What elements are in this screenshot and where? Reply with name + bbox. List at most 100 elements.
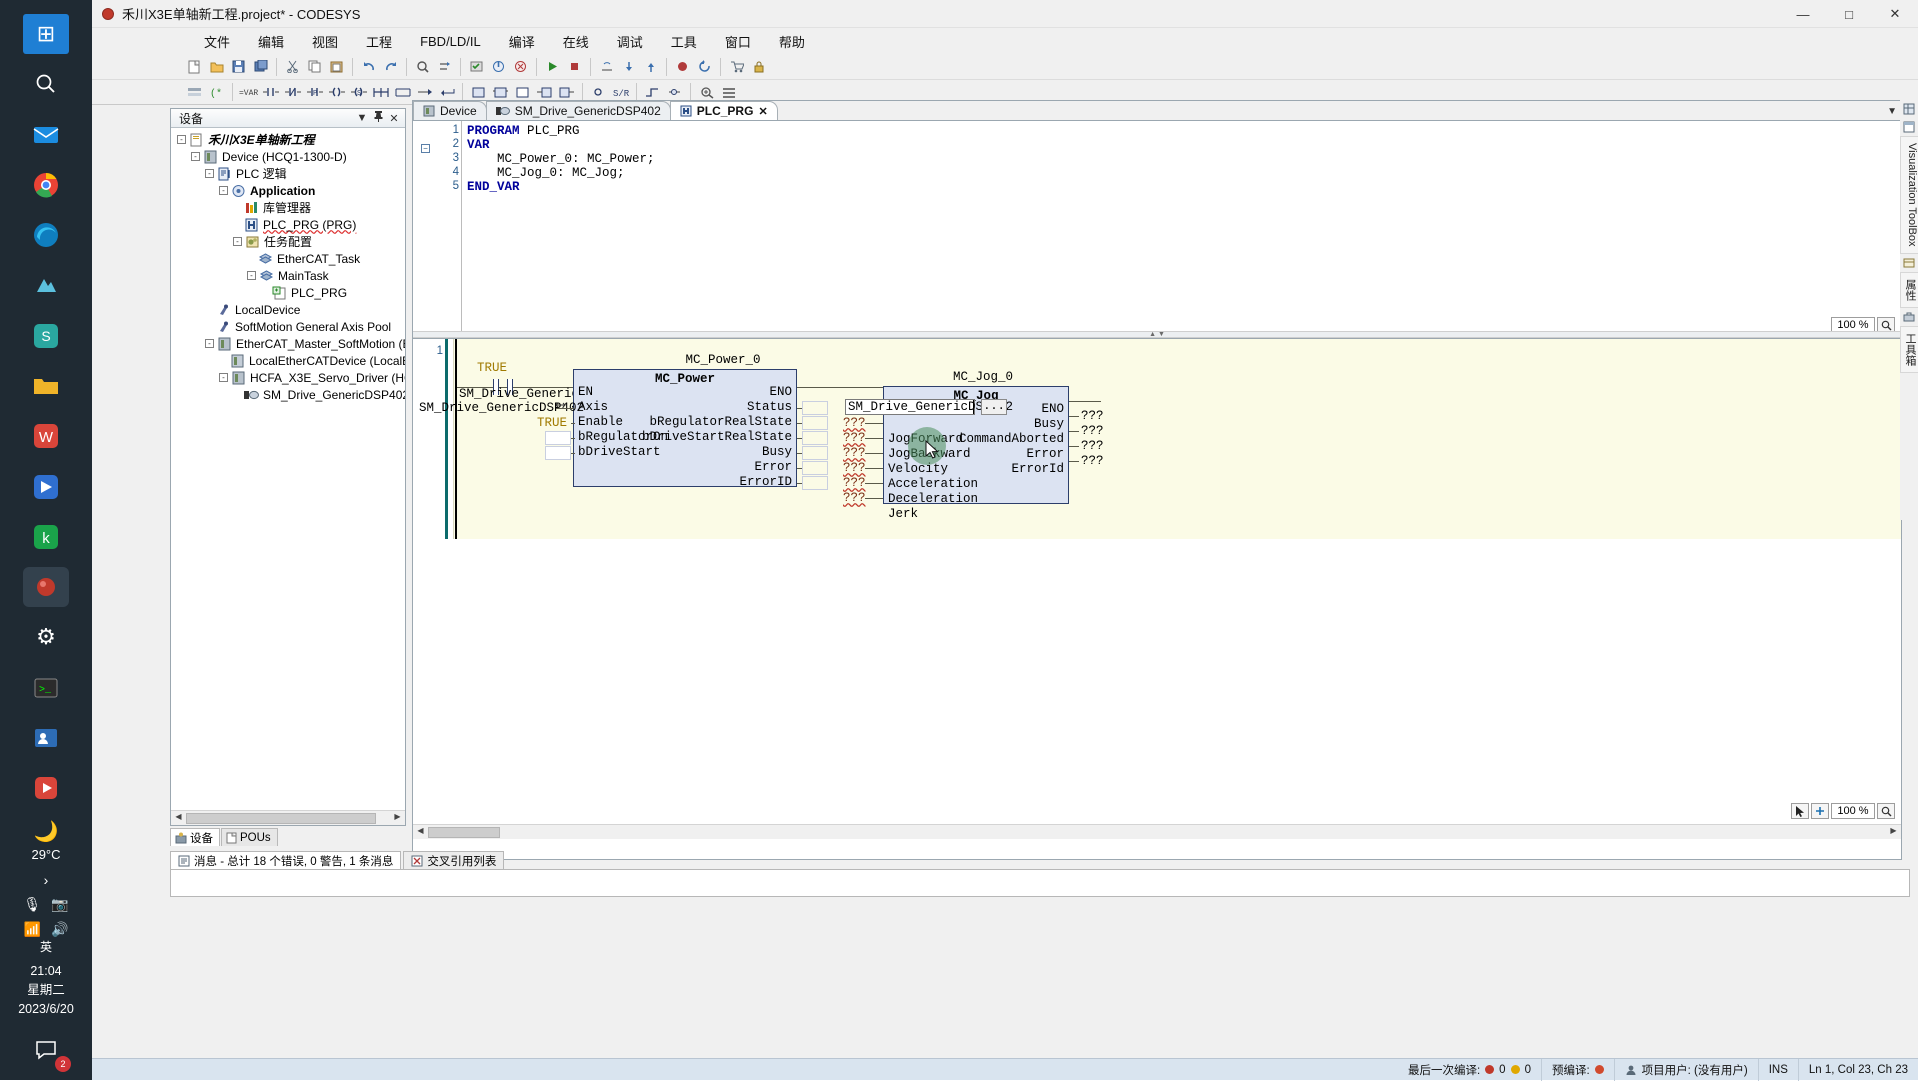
device-tree-item[interactable]: SM_Drive_GenericDSP402 (SM_Dri — [171, 386, 405, 403]
fold-toggle-icon[interactable]: − — [421, 144, 430, 153]
pointer-icon[interactable] — [1791, 803, 1809, 819]
mc-power-error-box[interactable] — [802, 461, 828, 475]
dock-properties[interactable]: 属性 — [1900, 271, 1918, 308]
tab-plc-prg[interactable]: PLC_PRG ✕ — [669, 101, 778, 120]
menu-project[interactable]: 工程 — [352, 29, 406, 54]
mc-jog-deceleration-value[interactable]: ??? — [843, 476, 866, 490]
app-s-icon[interactable]: S — [23, 316, 69, 356]
find-icon[interactable] — [412, 56, 433, 77]
device-tree-hscrollbar[interactable]: ◀ ▶ — [171, 810, 405, 825]
tab-messages[interactable]: 消息 - 总计 18 个错误, 0 警告, 1 条消息 — [170, 851, 402, 870]
mc-jog-errorid-value[interactable]: ??? — [1081, 454, 1104, 468]
tabstrip-dropdown-icon[interactable]: ▼ — [1887, 106, 1897, 117]
mc-jog-pin-eno[interactable]: ENO — [1041, 402, 1064, 416]
chrome-icon[interactable] — [23, 165, 69, 205]
scroll-right-icon[interactable]: ▶ — [390, 812, 405, 825]
device-tree-item[interactable]: - MainTask — [171, 267, 405, 284]
dock-panel-icon[interactable] — [1900, 118, 1918, 136]
stop-icon[interactable] — [564, 56, 585, 77]
panel-menu-icon[interactable]: ▼ — [354, 112, 370, 124]
camera-icon[interactable]: 📷 — [51, 896, 68, 913]
fbd-pane[interactable]: 1 TRUE SM_Drive_GenericDSP402 MC_Power_0… — [413, 339, 1901, 839]
comment-icon[interactable]: (* *) — [206, 82, 227, 103]
tree-expander-icon[interactable]: - — [247, 271, 256, 280]
parallel-branch-icon[interactable] — [392, 82, 413, 103]
device-tree-item[interactable]: - 禾川X3E单轴新工程 — [171, 131, 405, 148]
device-tree-item[interactable]: SoftMotion General Axis Pool — [171, 318, 405, 335]
settings-icon[interactable]: ⚙ — [23, 617, 69, 657]
fbd-scroll-right-icon[interactable]: ▶ — [1886, 826, 1901, 839]
mc-power-pin-en[interactable]: EN — [578, 385, 593, 399]
logout-icon[interactable] — [510, 56, 531, 77]
volume-icon[interactable]: 🔊 — [51, 921, 68, 938]
mc-jog-pin-jerk[interactable]: Jerk — [888, 507, 918, 521]
fbd-zoom-value[interactable]: 100 % — [1831, 803, 1875, 819]
menu-online[interactable]: 在线 — [549, 29, 603, 54]
mc-power-pin-bdrivestart[interactable]: bDriveStart — [578, 445, 661, 459]
device-tree[interactable]: - 禾川X3E单轴新工程 - Device (HCQ1-1300-D) - PLC 逻辑 -… — [171, 128, 405, 804]
code-line[interactable]: END_VAR — [467, 180, 655, 194]
ime-indicator[interactable]: 英 — [40, 938, 52, 961]
lock-icon[interactable] — [748, 56, 769, 77]
codesys-icon[interactable] — [23, 566, 69, 608]
breakpoint-icon[interactable] — [672, 56, 693, 77]
mc-power-bdrivestart-box[interactable] — [545, 446, 571, 460]
dock-toolbox-icon[interactable] — [1900, 308, 1918, 326]
app-k-icon[interactable]: k — [23, 517, 69, 557]
editor-splitter[interactable]: ▲ ▼ — [413, 331, 1901, 338]
start-run-icon[interactable] — [542, 56, 563, 77]
plus-icon[interactable] — [1811, 803, 1829, 819]
tree-expander-icon[interactable]: - — [219, 186, 228, 195]
dock-grid-icon[interactable] — [1900, 100, 1918, 118]
panel-close-icon[interactable]: ✕ — [386, 112, 402, 125]
maximize-button[interactable]: □ — [1826, 0, 1872, 28]
close-button[interactable]: ✕ — [1872, 0, 1918, 28]
step-into-icon[interactable] — [618, 56, 639, 77]
message-panel-body[interactable] — [170, 869, 1910, 897]
mc-power-status-box[interactable] — [802, 401, 828, 415]
mc-power-enable-value[interactable]: TRUE — [483, 416, 567, 430]
login-icon[interactable] — [488, 56, 509, 77]
edge-icon[interactable] — [23, 215, 69, 255]
menu-window[interactable]: 窗口 — [711, 29, 765, 54]
mc-jog-pin-acceleration[interactable]: Acceleration — [888, 477, 978, 491]
mc-jog-busy-value[interactable]: ??? — [1081, 409, 1104, 423]
device-tree-item[interactable]: PLC_PRG (PRG) — [171, 216, 405, 233]
taskbar-clock[interactable]: 21:04 星期二 2023/6/20 — [18, 962, 74, 1020]
code-line[interactable]: VAR — [467, 138, 655, 152]
compile-icon[interactable] — [466, 56, 487, 77]
mic-icon[interactable]: 🎙 — [23, 896, 41, 913]
contact-rising-icon[interactable]: P — [304, 82, 325, 103]
menu-edit[interactable]: 编辑 — [244, 29, 298, 54]
menu-debug[interactable]: 调试 — [603, 29, 657, 54]
scroll-left-icon[interactable]: ◀ — [171, 812, 186, 825]
tab-device[interactable]: Device — [413, 101, 487, 120]
branch-icon[interactable] — [370, 82, 391, 103]
contact-negated-icon[interactable] — [282, 82, 303, 103]
tree-expander-icon[interactable]: - — [219, 373, 228, 382]
weather-widget[interactable]: 🌙 29°C — [31, 818, 60, 864]
mc-jog-jerk-value[interactable]: ??? — [843, 491, 866, 505]
minimize-button[interactable]: — — [1780, 0, 1826, 28]
save-all-icon[interactable] — [250, 56, 271, 77]
coil-set-icon[interactable]: S — [348, 82, 369, 103]
dock-properties-icon[interactable] — [1900, 254, 1918, 272]
folder-icon[interactable] — [23, 366, 69, 406]
open-folder-icon[interactable] — [206, 56, 227, 77]
tree-expander-icon[interactable]: - — [205, 339, 214, 348]
chevron-right-icon[interactable]: › — [44, 872, 49, 888]
network-icon[interactable]: 📶 — [24, 921, 41, 938]
dock-visualization-toolbox[interactable]: Visualization ToolBox — [1900, 136, 1918, 254]
network-selection-bar[interactable] — [445, 339, 448, 539]
code-line[interactable]: MC_Power_0: MC_Power; — [467, 152, 655, 166]
fbd-scroll-left-icon[interactable]: ◀ — [413, 826, 428, 839]
mc-jog-jogforward-value[interactable]: ??? — [843, 416, 866, 430]
mc-power-block[interactable]: MC_Power EN Axis Enable bRegulatorOn bDr… — [573, 369, 797, 489]
device-tree-item[interactable]: - 任务配置 — [171, 233, 405, 250]
network-insert-icon[interactable] — [184, 82, 205, 103]
terminal-icon[interactable]: >_ — [23, 667, 69, 707]
assignment-icon[interactable]: =VAR — [238, 82, 259, 103]
device-tree-item[interactable]: PLC_PRG — [171, 284, 405, 301]
device-tree-item[interactable]: LocalDevice — [171, 301, 405, 318]
menu-help[interactable]: 帮助 — [765, 29, 819, 54]
